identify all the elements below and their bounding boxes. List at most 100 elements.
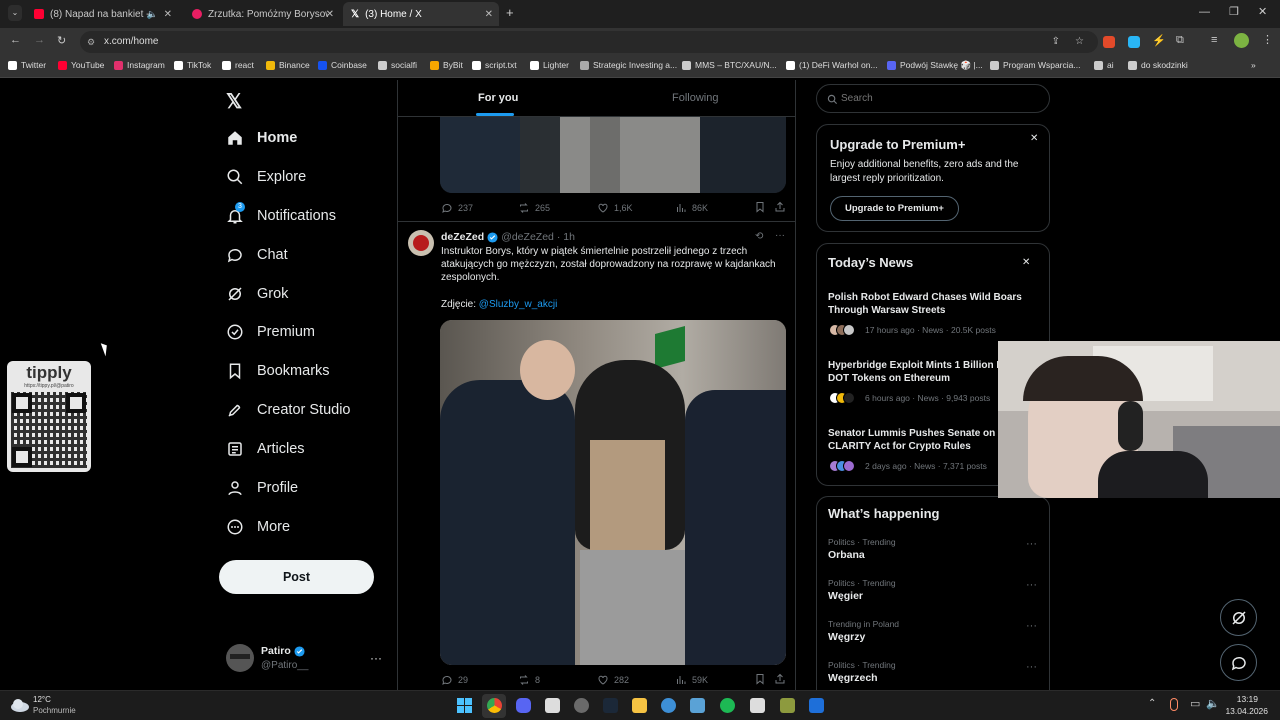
site-info-icon[interactable]: ⚙ bbox=[87, 31, 95, 53]
nav-item-bookmarks[interactable]: Bookmarks bbox=[226, 357, 330, 385]
extension-icon[interactable]: ⚡ bbox=[1152, 34, 1166, 47]
nav-item-explore[interactable]: Explore bbox=[226, 163, 306, 191]
nav-item-premium[interactable]: Premium bbox=[226, 318, 315, 346]
close-tab-icon[interactable]: ✕ bbox=[485, 9, 493, 20]
bookmark-item[interactable]: script.txt bbox=[472, 60, 517, 70]
nav-item-grok[interactable]: Grok bbox=[226, 280, 288, 308]
bookmark-item[interactable]: YouTube bbox=[58, 60, 104, 70]
app-icon[interactable] bbox=[780, 698, 795, 713]
tab-following[interactable]: Following bbox=[672, 92, 718, 104]
bookmark-item[interactable]: (1) DeFi Warhol on... bbox=[786, 60, 878, 70]
extension-icon[interactable] bbox=[1103, 36, 1115, 48]
account-name-row[interactable]: Patiro bbox=[261, 645, 305, 657]
clock-time[interactable]: 13:19 bbox=[1228, 694, 1258, 704]
bookmark-item[interactable]: ai bbox=[1094, 60, 1114, 70]
nav-item-more[interactable]: More bbox=[226, 513, 290, 541]
chat-fab[interactable] bbox=[1220, 644, 1257, 681]
nav-item-articles[interactable]: Articles bbox=[226, 435, 305, 463]
post-button[interactable]: Post bbox=[219, 560, 374, 594]
extensions-puzzle-icon[interactable]: ⧉ bbox=[1176, 34, 1184, 47]
trend-more-icon[interactable]: ··· bbox=[1026, 538, 1037, 550]
microphone-icon[interactable] bbox=[1170, 698, 1178, 711]
app-icon[interactable] bbox=[809, 698, 824, 713]
bookmark-item[interactable]: Strategic Investing a... bbox=[580, 60, 677, 70]
chrome-icon[interactable] bbox=[487, 698, 502, 713]
close-window-icon[interactable]: ✕ bbox=[1258, 5, 1267, 18]
obs-icon[interactable] bbox=[574, 698, 589, 713]
notepad-icon[interactable] bbox=[545, 698, 560, 713]
forward-icon[interactable]: → bbox=[34, 34, 45, 46]
nav-item-chat[interactable]: Chat bbox=[226, 241, 288, 269]
restore-icon[interactable]: ❐ bbox=[1229, 5, 1239, 18]
reply-action[interactable]: 237 bbox=[441, 202, 473, 214]
minimize-icon[interactable]: — bbox=[1199, 6, 1210, 18]
new-tab-icon[interactable]: + bbox=[506, 5, 514, 20]
post-time[interactable]: · 1h bbox=[557, 231, 575, 243]
account-avatar[interactable] bbox=[226, 644, 254, 672]
bookmark-item[interactable]: react bbox=[222, 60, 254, 70]
menu-kebab-icon[interactable]: ⋮ bbox=[1262, 33, 1273, 46]
app-icon[interactable] bbox=[661, 698, 676, 713]
bookmark-item[interactable]: ByBit bbox=[430, 60, 463, 70]
spotify-icon[interactable] bbox=[720, 698, 735, 713]
share-action[interactable] bbox=[774, 201, 791, 213]
bookmark-item[interactable]: Binance bbox=[266, 60, 310, 70]
repost-action[interactable]: 8 bbox=[518, 674, 540, 686]
bookmark-item[interactable]: TikTok bbox=[174, 60, 211, 70]
author-avatar[interactable] bbox=[408, 230, 434, 256]
nav-item-creator-studio[interactable]: Creator Studio bbox=[226, 396, 351, 424]
views-action[interactable]: 86K bbox=[675, 202, 708, 214]
profile-avatar-icon[interactable] bbox=[1234, 33, 1249, 48]
nav-item-profile[interactable]: Profile bbox=[226, 474, 298, 502]
trend-name[interactable]: Węgrzech bbox=[828, 672, 878, 684]
reload-icon[interactable]: ↻ bbox=[57, 34, 66, 47]
url-field[interactable]: ⚙ x.com/home ⇪ ☆ bbox=[80, 31, 1098, 53]
grok-fab[interactable] bbox=[1220, 599, 1257, 636]
tab-search-icon[interactable]: ⌄ bbox=[8, 5, 22, 21]
bookmark-item[interactable]: Podwój Stawkę 🎲 |... bbox=[887, 60, 983, 71]
close-icon[interactable]: ✕ bbox=[1022, 257, 1030, 268]
steam-icon[interactable] bbox=[603, 698, 618, 713]
bookmark-item[interactable]: MMS – BTC/XAU/N... bbox=[682, 60, 777, 70]
close-tab-icon[interactable]: ✕ bbox=[326, 9, 334, 20]
browser-tab-x-home[interactable]: 𝕏 (3) Home / X ✕ bbox=[343, 2, 499, 26]
speaker-icon[interactable]: 🔈 bbox=[147, 9, 158, 20]
bookmark-item[interactable]: Program Wsparcia... bbox=[990, 60, 1080, 70]
bookmark-item[interactable]: Lighter bbox=[530, 60, 569, 70]
like-action[interactable]: 282 bbox=[597, 674, 629, 686]
nav-item-home[interactable]: Home bbox=[226, 124, 297, 152]
nav-item-notifications[interactable]: 3 Notifications bbox=[226, 202, 336, 230]
close-tab-icon[interactable]: ✕ bbox=[164, 9, 172, 20]
trend-more-icon[interactable]: ··· bbox=[1026, 620, 1037, 632]
upgrade-premium-button[interactable]: Upgrade to Premium+ bbox=[830, 196, 959, 221]
views-action[interactable]: 59K bbox=[675, 674, 708, 686]
close-icon[interactable]: ✕ bbox=[1030, 133, 1038, 144]
trend-more-icon[interactable]: ··· bbox=[1026, 661, 1037, 673]
install-app-icon[interactable]: ⇪ bbox=[1052, 31, 1060, 53]
bookmark-star-icon[interactable]: ☆ bbox=[1075, 31, 1084, 53]
weather-temp[interactable]: 12°C bbox=[33, 695, 51, 704]
app-icon[interactable] bbox=[750, 698, 765, 713]
trend-name[interactable]: Orbana bbox=[828, 549, 865, 561]
tab-for-you[interactable]: For you bbox=[478, 92, 518, 104]
browser-tab-zrzutka[interactable]: Zrzutka: Pomóżmy Borysowi - w ✕ bbox=[184, 2, 340, 26]
weather-desc[interactable]: Pochmurnie bbox=[33, 706, 76, 715]
x-logo-icon[interactable]: 𝕏 bbox=[226, 89, 242, 114]
bookmark-item[interactable]: Twitter bbox=[8, 60, 46, 70]
clock-date[interactable]: 13.04.2026 bbox=[1218, 706, 1268, 716]
previous-post-photo[interactable] bbox=[440, 117, 786, 193]
bookmark-action[interactable] bbox=[754, 673, 771, 685]
reading-list-icon[interactable]: ≡ bbox=[1211, 34, 1217, 46]
news-item-title[interactable]: Polish Robot Edward Chases Wild Boars Th… bbox=[828, 291, 1028, 317]
bookmark-item[interactable]: do skodzinki bbox=[1128, 60, 1188, 70]
bookmark-item[interactable]: Coinbase bbox=[318, 60, 367, 70]
trend-more-icon[interactable]: ··· bbox=[1026, 579, 1037, 591]
trend-name[interactable]: Węgier bbox=[828, 590, 863, 602]
repost-action[interactable]: 265 bbox=[518, 202, 550, 214]
file-explorer-icon[interactable] bbox=[632, 698, 647, 713]
network-icon[interactable]: ▭ bbox=[1190, 697, 1200, 710]
search-box[interactable] bbox=[816, 84, 1050, 113]
grok-explain-icon[interactable]: ⟲ bbox=[755, 231, 763, 242]
trend-name[interactable]: Węgrzy bbox=[828, 631, 865, 643]
author-name[interactable]: deZeZed bbox=[441, 231, 484, 243]
